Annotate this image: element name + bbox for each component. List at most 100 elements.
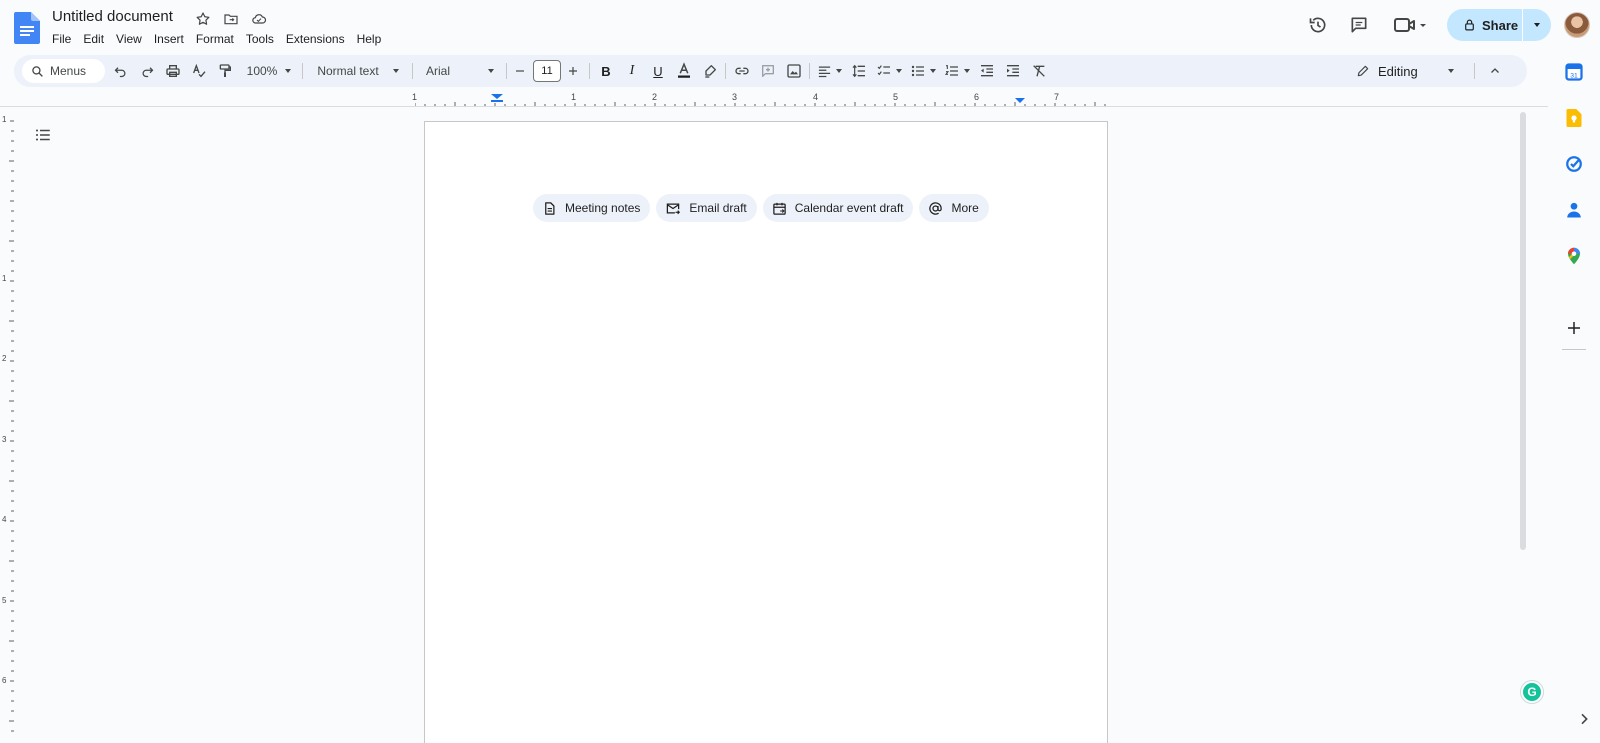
chip-more[interactable]: More [919, 194, 989, 222]
ruler-label: 2 [652, 92, 658, 102]
email-draft-icon [667, 203, 681, 214]
caret-down-icon [392, 69, 399, 73]
underline-icon[interactable]: U [647, 55, 669, 87]
ruler-label: 6 [2, 676, 7, 685]
insert-image-icon[interactable] [783, 55, 805, 87]
ruler-label: 3 [732, 92, 738, 102]
font-size-input[interactable]: 11 [533, 60, 561, 82]
increase-font-size-icon[interactable] [564, 55, 582, 87]
align-select[interactable] [814, 55, 844, 87]
title-icons [194, 10, 268, 28]
numbered-list-icon [944, 65, 958, 76]
bulleted-list-select[interactable] [908, 55, 938, 87]
font-select[interactable]: Arial [420, 55, 500, 87]
editing-mode-select[interactable]: Editing [1350, 55, 1460, 87]
document-scrollbar[interactable] [1520, 112, 1526, 550]
menu-edit[interactable]: Edit [77, 30, 110, 48]
editing-mode-label: Editing [1378, 63, 1418, 79]
chevron-up-icon[interactable] [1484, 55, 1506, 87]
horizontal-ruler-labels: 1 1 2 3 4 5 6 7 [412, 92, 1112, 102]
ruler-label: 2 [2, 354, 7, 363]
ruler-label: 1 [571, 92, 577, 102]
search-placeholder: Menus [50, 64, 87, 78]
move-to-folder-icon[interactable] [222, 10, 240, 28]
decrease-indent-icon[interactable] [976, 55, 998, 87]
bold-icon[interactable]: B [595, 55, 617, 87]
align-left-icon [818, 66, 830, 77]
numbered-list-select[interactable] [942, 55, 972, 87]
toolbar-divider [302, 63, 303, 79]
zoom-select[interactable]: 100% [240, 55, 298, 87]
zoom-value: 100% [246, 64, 278, 78]
tasks-icon[interactable] [1565, 155, 1583, 173]
add-icon[interactable] [1565, 319, 1583, 337]
at-sign-icon [929, 201, 943, 215]
document-title[interactable]: Untitled document [52, 8, 173, 25]
ruler-label: 6 [974, 92, 980, 102]
italic-icon[interactable]: I [621, 55, 643, 87]
decrease-font-size-icon[interactable] [511, 55, 529, 87]
print-icon[interactable] [162, 55, 184, 87]
toolbar-divider [412, 63, 413, 79]
caret-down-icon [930, 69, 936, 73]
checklist-icon [877, 65, 890, 76]
svg-text:31: 31 [1570, 72, 1578, 79]
keep-icon[interactable] [1565, 109, 1583, 127]
chip-label: Meeting notes [565, 201, 641, 215]
comments-icon[interactable] [1348, 14, 1370, 36]
chip-email-draft[interactable]: Email draft [656, 194, 757, 222]
chip-meeting-notes[interactable]: Meeting notes [533, 194, 651, 222]
caret-down-icon [488, 69, 494, 73]
caret-down-icon [896, 69, 902, 73]
menu-help[interactable]: Help [351, 30, 388, 48]
clear-formatting-icon[interactable] [1028, 55, 1050, 87]
line-spacing-icon[interactable] [848, 55, 870, 87]
paint-format-icon[interactable] [214, 55, 236, 87]
cloud-saved-icon[interactable] [250, 10, 268, 28]
share-label: Share [1482, 17, 1519, 33]
highlight-color-icon[interactable] [699, 55, 721, 87]
menu-format[interactable]: Format [190, 30, 240, 48]
side-panel: 31 [1548, 52, 1600, 743]
grammarly-icon[interactable]: G [1521, 681, 1543, 703]
toolbar-divider [725, 63, 726, 79]
undo-icon[interactable] [109, 55, 131, 87]
star-icon[interactable] [194, 10, 212, 28]
add-comment-icon[interactable] [757, 55, 779, 87]
menu-file[interactable]: File [46, 30, 77, 48]
account-avatar[interactable] [1564, 12, 1590, 38]
checklist-select[interactable] [874, 55, 904, 87]
paragraph-style-select[interactable]: Normal text [310, 55, 406, 87]
menu-extensions[interactable]: Extensions [280, 30, 351, 48]
menu-insert[interactable]: Insert [148, 30, 190, 48]
meet-icon[interactable] [1393, 14, 1427, 36]
document-outline-icon[interactable] [34, 126, 52, 144]
version-history-icon[interactable] [1307, 14, 1329, 36]
contacts-icon[interactable] [1565, 201, 1583, 219]
ruler-label: 3 [2, 435, 7, 444]
ruler-label: 7 [1054, 92, 1060, 102]
spelling-check-icon[interactable] [188, 55, 210, 87]
share-options-arrow[interactable] [1523, 23, 1551, 27]
insert-link-icon[interactable] [731, 55, 753, 87]
google-docs-logo[interactable] [14, 12, 40, 44]
calendar-event-icon [773, 202, 786, 215]
menu-tools[interactable]: Tools [240, 30, 280, 48]
menu-view[interactable]: View [110, 30, 148, 48]
increase-indent-icon[interactable] [1002, 55, 1024, 87]
toolbar-divider [809, 63, 810, 79]
ruler-label: 5 [2, 596, 7, 605]
share-button[interactable]: Share [1447, 9, 1551, 41]
calendar-icon[interactable]: 31 [1565, 63, 1583, 81]
caret-down-icon [1448, 69, 1454, 73]
text-color-icon[interactable] [673, 55, 695, 87]
search-icon [32, 65, 43, 77]
ruler-label: 5 [893, 92, 899, 102]
maps-icon[interactable] [1565, 247, 1583, 265]
share-main[interactable]: Share [1447, 9, 1523, 41]
chevron-right-icon[interactable] [1576, 711, 1592, 727]
chip-calendar-event-draft[interactable]: Calendar event draft [762, 194, 914, 222]
menus-search-box[interactable]: Menus [22, 59, 105, 83]
side-panel-divider [1562, 349, 1586, 350]
redo-icon[interactable] [136, 55, 158, 87]
